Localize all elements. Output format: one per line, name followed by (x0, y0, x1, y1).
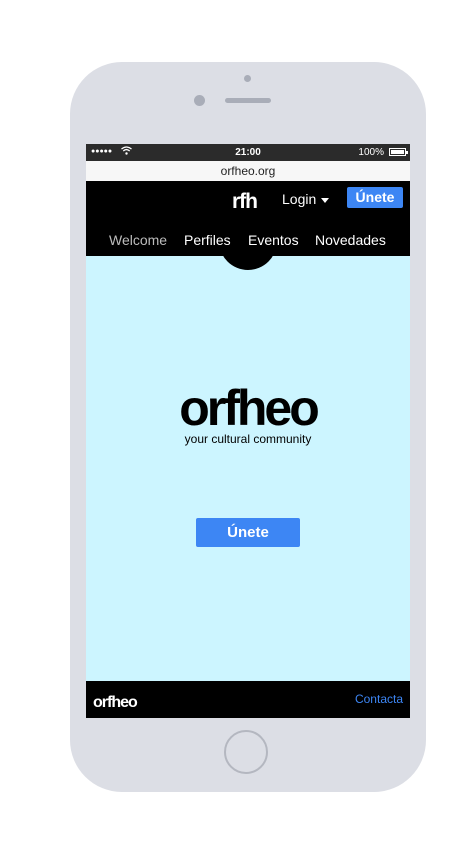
phone-frame: ●●●●● 21:00 100% orfheo.org rfh Login Ún… (70, 62, 426, 792)
speaker-grille (225, 98, 271, 103)
address-bar[interactable]: orfheo.org (86, 161, 410, 181)
battery-icon (389, 148, 408, 156)
home-button[interactable] (224, 730, 268, 774)
nav-item-perfiles[interactable]: Perfiles (184, 231, 231, 249)
front-camera (194, 95, 205, 106)
status-bar: ●●●●● 21:00 100% (86, 144, 410, 161)
login-dropdown[interactable]: Login (282, 190, 330, 208)
login-label: Login (282, 191, 317, 207)
hero-tagline: your cultural community (184, 432, 312, 446)
nav-item-novedades[interactable]: Novedades (315, 231, 386, 249)
phone-screen: ●●●●● 21:00 100% orfheo.org rfh Login Ún… (86, 144, 410, 718)
join-button-main[interactable]: Únete (196, 518, 300, 547)
battery-percentage: 100% (358, 147, 384, 158)
proximity-sensor (244, 75, 251, 82)
contact-link[interactable]: Contacta (355, 691, 403, 707)
main-nav: Welcome Perfiles Eventos Novedades (86, 228, 410, 252)
join-button-header[interactable]: Únete (347, 187, 403, 208)
footer-logo[interactable]: orfheo (93, 693, 138, 713)
nav-item-welcome[interactable]: Welcome (109, 231, 167, 249)
hero-logo: orfheo (179, 380, 320, 436)
chevron-down-icon (321, 197, 330, 203)
site-footer: orfheo Contacta (86, 681, 410, 718)
header-logo[interactable]: rfh (232, 191, 258, 213)
nav-item-eventos[interactable]: Eventos (248, 231, 299, 249)
